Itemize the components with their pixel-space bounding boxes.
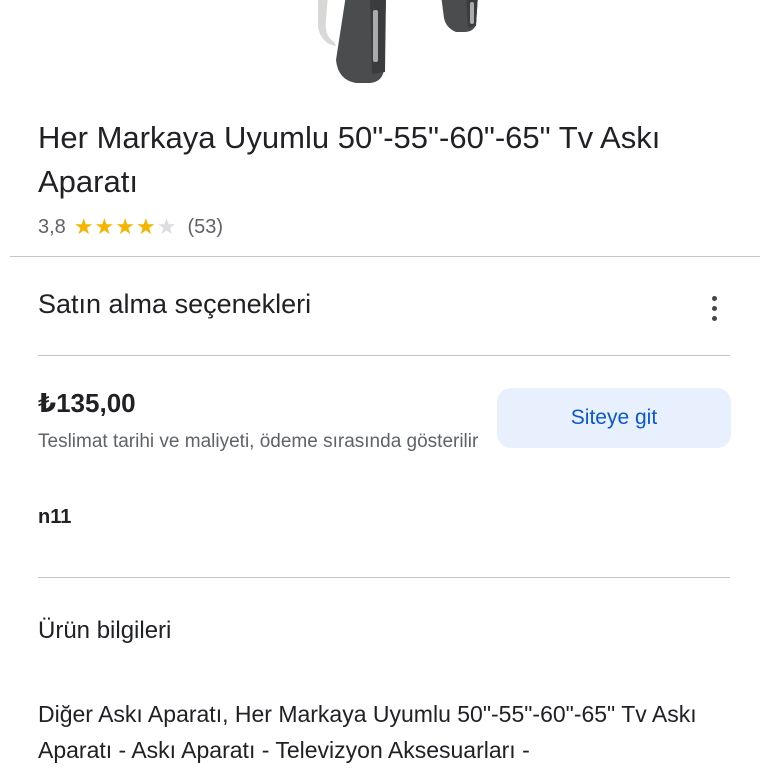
divider [10,256,760,257]
rating-value: 3,8 [38,215,66,238]
product-title: Her Markaya Uyumlu 50"-55"-60"-65" Tv As… [38,120,661,199]
star-filled-icon: ★ [73,214,94,239]
divider [38,577,730,578]
star-empty-icon: ★ [156,214,177,239]
product-image[interactable] [0,0,768,92]
more-vert-icon[interactable] [696,288,732,328]
product-info-title: Ürün bilgileri [38,617,172,644]
price: ₺135,00 [38,388,136,418]
review-count[interactable]: (53) [187,216,223,239]
star-filled-icon: ★ [115,214,136,239]
star-filled-icon: ★ [136,214,156,239]
star-filled-icon: ★ [94,214,115,239]
rating-stars: ★ ★ ★ ★ ★ [74,216,178,238]
delivery-note: Teslimat tarihi ve maliyeti, ödeme sıras… [38,431,479,452]
tv-mount-bracket-image [318,0,478,83]
rating-row[interactable]: 3,8 ★ ★ ★ ★ ★ (53) [38,211,223,243]
product-description: Diğer Askı Aparatı, Her Markaya Uyumlu 5… [38,701,697,763]
visit-site-button[interactable]: Siteye git [497,388,731,448]
divider [38,355,730,356]
purchase-options-title: Satın alma seçenekleri [38,289,312,319]
seller-name: n11 [38,506,72,528]
